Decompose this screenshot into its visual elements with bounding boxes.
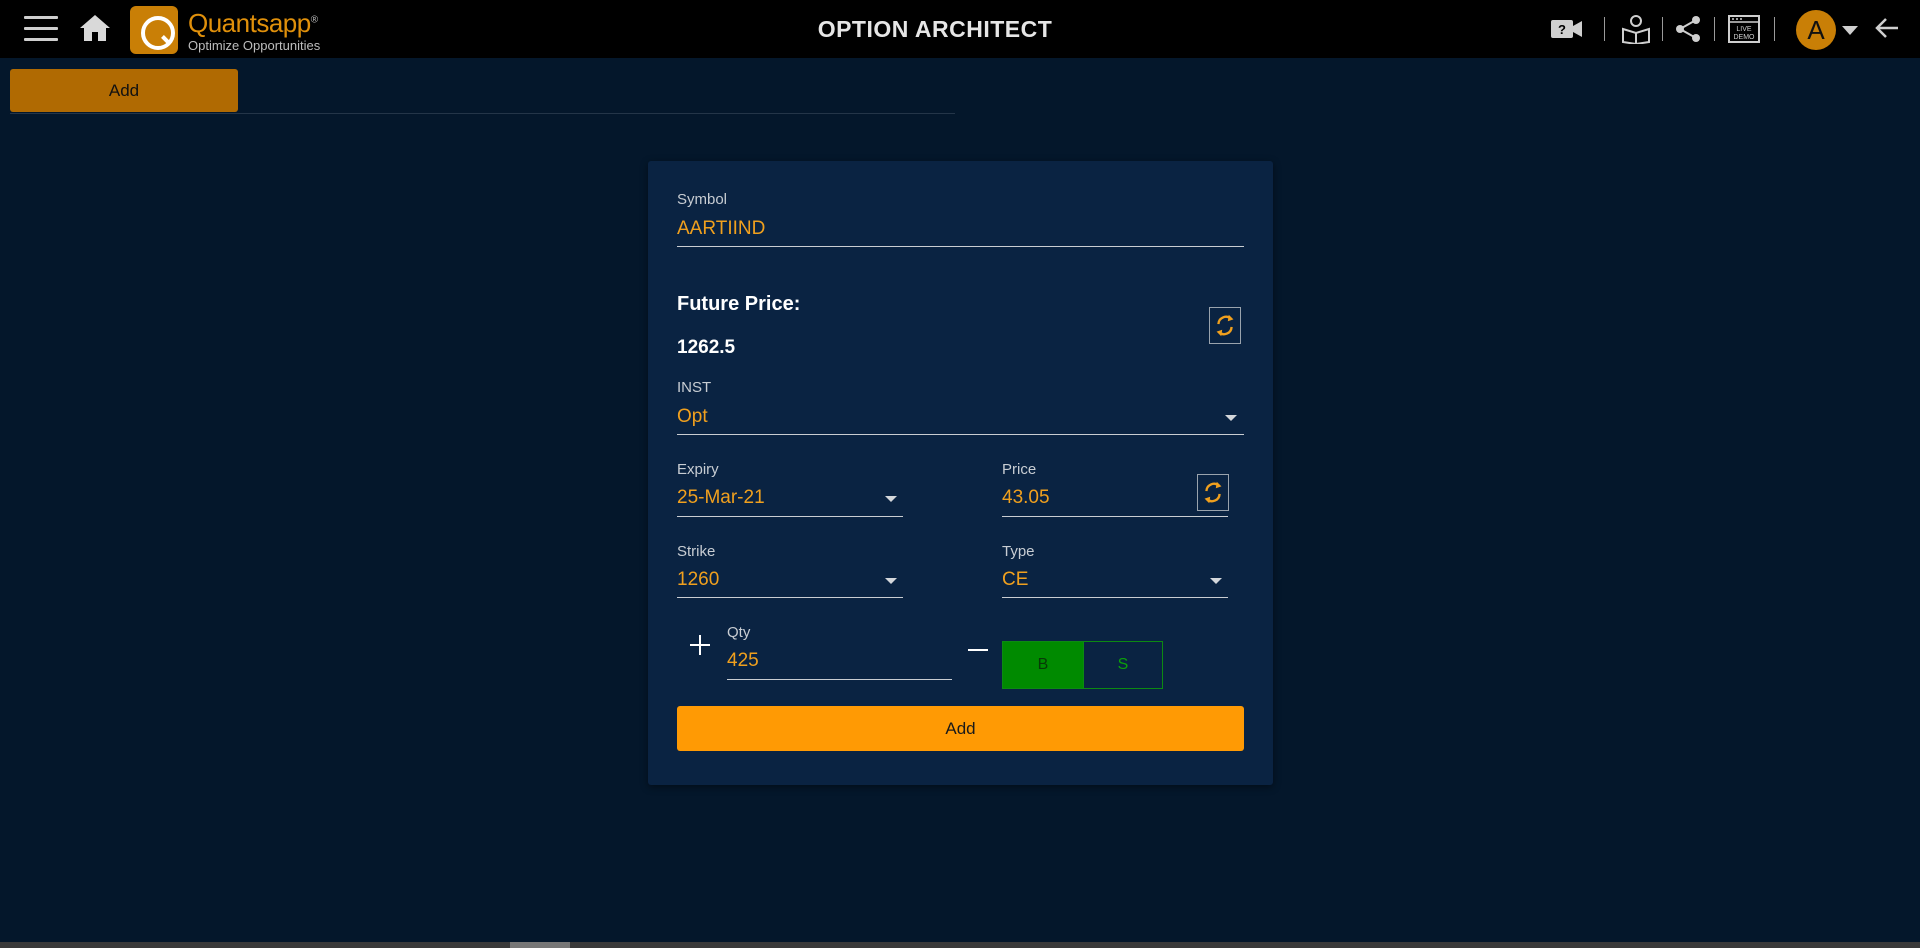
page-title: OPTION ARCHITECT	[817, 16, 1053, 42]
svg-text:DEMO: DEMO	[1734, 34, 1756, 41]
price-input[interactable]: 43.05	[1002, 487, 1192, 513]
type-dropdown-icon[interactable]	[1210, 578, 1222, 584]
sell-button[interactable]: S	[1083, 642, 1162, 688]
price-underline	[1002, 516, 1228, 517]
symbol-input[interactable]: AARTIIND	[677, 218, 1244, 244]
type-label: Type	[1002, 543, 1035, 560]
inst-dropdown-icon[interactable]	[1225, 415, 1237, 421]
expiry-dropdown-icon[interactable]	[885, 496, 897, 502]
symbol-label: Symbol	[677, 191, 728, 208]
strike-dropdown-icon[interactable]	[885, 578, 897, 584]
refresh-future-price-icon[interactable]	[1209, 307, 1241, 344]
top-bar: Quantsapp® Optimize Opportunities OPTION…	[0, 0, 1920, 58]
header-separator	[1662, 17, 1663, 41]
qty-label: Qty	[727, 624, 751, 641]
future-price-value: 1262.5	[677, 337, 736, 358]
refresh-price-icon[interactable]	[1197, 474, 1229, 511]
horizontal-scrollbar[interactable]	[0, 942, 1920, 948]
buy-sell-toggle: B S	[1002, 641, 1163, 689]
avatar[interactable]: A	[1796, 10, 1836, 50]
qty-increase-button[interactable]	[690, 635, 710, 655]
svg-text:?: ?	[1558, 22, 1566, 37]
qty-input[interactable]: 425	[727, 650, 952, 676]
inst-underline	[677, 434, 1244, 435]
qty-decrease-button[interactable]	[964, 637, 992, 663]
future-price-label: Future Price:	[677, 293, 801, 315]
back-arrow-icon[interactable]	[1874, 16, 1900, 40]
minus-icon	[968, 649, 988, 651]
tutorial-icon[interactable]	[1620, 14, 1652, 44]
add-tab-button[interactable]: Add	[10, 69, 238, 112]
tab-divider	[10, 113, 955, 114]
strike-select[interactable]: 1260	[677, 569, 903, 595]
price-label: Price	[1002, 461, 1037, 478]
live-demo-icon[interactable]: LIVE DEMO	[1728, 14, 1760, 44]
inst-select[interactable]: Opt	[677, 406, 1244, 432]
buy-button[interactable]: B	[1003, 642, 1083, 688]
inst-label: INST	[677, 379, 712, 396]
chevron-down-icon[interactable]	[1842, 26, 1858, 35]
add-leg-form: Symbol AARTIIND Future Price: 1262.5 INS…	[648, 161, 1273, 785]
add-leg-button[interactable]: Add	[677, 706, 1244, 751]
type-select[interactable]: CE	[1002, 569, 1228, 595]
share-icon[interactable]	[1674, 14, 1702, 44]
svg-text:LIVE: LIVE	[1736, 26, 1752, 33]
expiry-label: Expiry	[677, 461, 719, 478]
header-separator	[1714, 17, 1715, 41]
video-help-icon[interactable]: ?	[1550, 14, 1584, 44]
expiry-select[interactable]: 25-Mar-21	[677, 487, 903, 513]
header-separator	[1604, 17, 1605, 41]
header-separator	[1774, 17, 1775, 41]
type-underline	[1002, 597, 1228, 598]
expiry-underline	[677, 516, 903, 517]
qty-underline	[727, 679, 952, 680]
scrollbar-thumb[interactable]	[510, 942, 570, 948]
strike-underline	[677, 597, 903, 598]
symbol-underline	[677, 246, 1244, 247]
strike-label: Strike	[677, 543, 716, 560]
